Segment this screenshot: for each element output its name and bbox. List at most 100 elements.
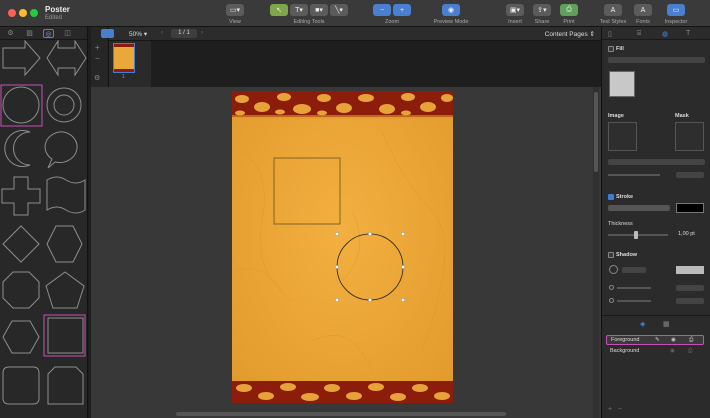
line-tool-button[interactable]: ╲▾	[330, 4, 348, 16]
inspector-tab-style[interactable]: ◍	[662, 30, 668, 38]
fill-color-well[interactable]	[609, 71, 635, 97]
donut-shape[interactable]	[46, 87, 82, 123]
crescent-shape[interactable]	[4, 130, 31, 167]
shadow-blur-field[interactable]	[676, 285, 704, 291]
add-page-button[interactable]: +	[95, 43, 100, 52]
page-thumbnail[interactable]	[113, 43, 135, 73]
remove-layer-button[interactable]: −	[618, 406, 622, 413]
inspector-icon: ▭	[672, 7, 680, 14]
stroke-style-popup[interactable]	[608, 205, 670, 211]
eye-icon[interactable]: ◉	[670, 348, 675, 354]
next-page-button[interactable]: ›	[201, 30, 203, 36]
content-pages-popup[interactable]: Content Pages ⇕	[545, 30, 595, 38]
shadow-blur-slider[interactable]	[617, 287, 651, 289]
stroke-checkbox[interactable]	[608, 194, 614, 200]
thickness-slider[interactable]	[608, 231, 668, 239]
library-tab-clipart[interactable]: ◫	[62, 29, 73, 38]
view-button[interactable]: ▭▾	[226, 4, 244, 16]
speech-bubble-shape[interactable]	[44, 131, 78, 169]
mask-label: Mask	[675, 113, 689, 119]
inspector-tab-document[interactable]: ▯	[608, 30, 612, 38]
thickness-slider-knob[interactable]	[634, 231, 638, 239]
right-arrow-shape[interactable]	[2, 40, 41, 77]
resize-handle[interactable]	[368, 298, 372, 302]
resize-handle[interactable]	[401, 265, 405, 269]
octagon-shape[interactable]	[2, 271, 40, 309]
image-opacity-slider[interactable]	[608, 174, 660, 176]
zoom-out-button[interactable]: −	[373, 4, 391, 16]
scrollbar-thumb[interactable]	[594, 92, 598, 172]
image-well[interactable]	[608, 122, 637, 151]
double-arrow-shape[interactable]	[46, 40, 87, 77]
tag-shape[interactable]	[47, 366, 84, 405]
fonts-group: A Fonts	[633, 4, 653, 25]
add-layer-button[interactable]: +	[608, 406, 612, 413]
horizontal-scrollbar[interactable]	[176, 412, 506, 416]
previous-page-button[interactable]: ‹	[161, 30, 163, 36]
thumbnail-toggle-button[interactable]	[101, 29, 114, 38]
text-styles-button[interactable]: A	[604, 4, 622, 16]
pencil-icon[interactable]: ✎	[655, 337, 660, 343]
hexagon-flat-shape[interactable]	[2, 320, 40, 354]
hexagon-shape[interactable]	[46, 225, 83, 263]
resize-handle[interactable]	[335, 232, 339, 236]
mask-well[interactable]	[675, 122, 704, 151]
layers-tab[interactable]: ◈	[640, 320, 645, 328]
zoom-in-button[interactable]: +	[393, 4, 411, 16]
eye-icon[interactable]: ◉	[671, 337, 676, 343]
shape-tool-button[interactable]: ■▾	[310, 4, 328, 16]
close-window-button[interactable]	[8, 9, 16, 17]
resize-handle[interactable]	[368, 232, 372, 236]
minimize-window-button[interactable]	[19, 9, 27, 17]
remove-page-button[interactable]: −	[95, 54, 100, 63]
library-tab-shapes[interactable]: ◎	[43, 29, 54, 38]
printer-icon[interactable]: ⎙	[689, 337, 693, 344]
shadow-angle-dial[interactable]	[609, 265, 618, 274]
resize-handle[interactable]	[335, 298, 339, 302]
zoom-level-popup[interactable]: 50% ▾	[129, 30, 147, 38]
vertical-scrollbar[interactable]	[593, 87, 599, 418]
image-mode-popup[interactable]	[608, 159, 705, 165]
square-shape[interactable]	[47, 317, 84, 354]
grid-tab[interactable]: ▦	[663, 320, 670, 328]
resize-handle[interactable]	[335, 265, 339, 269]
poster-artwork	[232, 91, 453, 403]
fill-type-popup[interactable]	[608, 57, 705, 63]
shadow-offset-icon	[609, 298, 614, 303]
zoom-window-button[interactable]	[30, 9, 38, 17]
fonts-button[interactable]: A	[634, 4, 652, 16]
shadow-offset-slider[interactable]	[617, 300, 651, 302]
diamond-shape[interactable]	[2, 225, 40, 263]
shadow-color-well[interactable]	[676, 266, 704, 274]
cross-shape[interactable]	[1, 176, 41, 216]
insert-button[interactable]: ▣▾	[506, 4, 524, 16]
share-button[interactable]: ⇪▾	[533, 4, 551, 16]
thickness-value[interactable]: 1,00 pt	[678, 231, 695, 237]
library-tab-images[interactable]: ▨	[24, 29, 35, 38]
inspector-tab-text[interactable]: T	[686, 30, 690, 37]
wave-flag-shape[interactable]	[46, 176, 86, 214]
shadow-checkbox[interactable]	[608, 252, 614, 258]
printer-icon[interactable]: ⎙	[688, 348, 692, 355]
rounded-rect-shape[interactable]	[2, 366, 40, 405]
select-tool-button[interactable]: ↖	[270, 4, 288, 16]
inspector-tab-layout[interactable]: ⌸	[637, 30, 641, 38]
layer-row-background[interactable]: Background ◉ ⎙	[606, 346, 704, 356]
fill-checkbox[interactable]	[608, 46, 614, 52]
shadow-angle-field[interactable]	[622, 267, 646, 273]
layer-row-foreground[interactable]: Foreground ✎ ◉ ⎙	[606, 335, 704, 345]
inspector-button[interactable]: ▭	[667, 4, 685, 16]
page-settings-button[interactable]: ⚙	[94, 74, 100, 82]
circle-shape[interactable]	[2, 86, 40, 124]
print-button[interactable]: ⎙	[560, 4, 578, 16]
pentagon-shape[interactable]	[45, 271, 85, 309]
resize-handle[interactable]	[401, 298, 405, 302]
text-tool-button[interactable]: T▾	[290, 4, 308, 16]
shadow-offset-field[interactable]	[676, 298, 704, 304]
poster-page[interactable]	[232, 91, 453, 403]
image-opacity-field[interactable]	[676, 172, 704, 178]
preview-mode-button[interactable]: ◉	[442, 4, 460, 16]
resize-handle[interactable]	[401, 232, 405, 236]
stroke-color-well[interactable]	[676, 203, 704, 213]
library-tab-gear[interactable]: ⚙	[5, 29, 16, 38]
